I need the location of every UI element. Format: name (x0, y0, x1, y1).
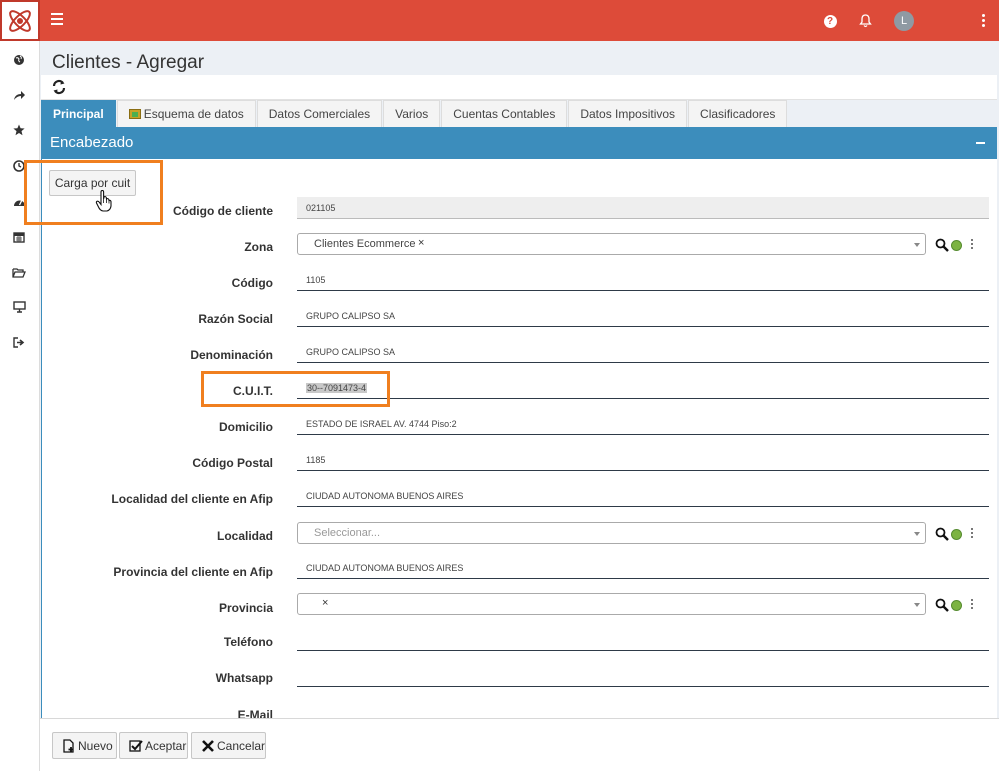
codigo-postal-field[interactable]: 1185 (297, 449, 989, 471)
footer-actions: Nuevo Aceptar Cancelar (40, 718, 999, 771)
localidad-placeholder: Seleccionar... (314, 527, 381, 539)
add-green-icon[interactable] (951, 600, 962, 611)
tab-esquema-de-datos[interactable]: Esquema de datos (116, 100, 256, 127)
domicilio-field[interactable]: ESTADO DE ISRAEL AV. 4744 Piso:2 (297, 413, 989, 435)
aceptar-button[interactable]: Aceptar (119, 732, 188, 759)
denominacion-field[interactable]: GRUPO CALIPSO SA (297, 341, 989, 363)
telefono-field[interactable] (297, 629, 989, 651)
highlight-box-cuit (201, 371, 390, 407)
highlight-box-carga-por-cuit (24, 160, 163, 225)
folder-icon (128, 109, 141, 119)
zona-select[interactable]: Clientes Ecommerce × (297, 233, 926, 255)
atom-logo-icon (9, 9, 31, 32)
zona-label: Zona (244, 240, 273, 254)
codigo-field[interactable]: 1105 (297, 269, 989, 291)
email-field[interactable] (297, 701, 989, 718)
sidebar (0, 41, 40, 771)
check-square-icon (129, 739, 143, 752)
panel-header: Encabezado (41, 127, 997, 159)
app-logo[interactable] (0, 0, 40, 41)
user-avatar[interactable]: L (894, 11, 914, 31)
chevron-down-icon (914, 243, 920, 247)
add-green-icon[interactable] (951, 240, 962, 251)
share-arrow-icon[interactable] (12, 88, 26, 102)
search-icon[interactable] (935, 238, 949, 252)
tab-clasificadores[interactable]: Clasificadores (688, 100, 788, 127)
codigo-postal-label: Código Postal (192, 456, 273, 470)
tab-datos-impositivos[interactable]: Datos Impositivos (568, 100, 688, 127)
refresh-icon[interactable] (51, 79, 67, 95)
star-icon[interactable] (12, 123, 26, 137)
razon-social-field[interactable]: GRUPO CALIPSO SA (297, 305, 989, 327)
provincia-afip-field[interactable]: CIUDAD AUTONOMA BUENOS AIRES (297, 557, 989, 579)
tab-varios[interactable]: Varios (383, 100, 441, 127)
close-icon (202, 739, 214, 752)
menu-toggle-icon[interactable] (51, 13, 63, 25)
codigo-label: Código (231, 276, 273, 290)
tab-principal[interactable]: Principal (41, 100, 116, 127)
provincia-select[interactable]: × (297, 593, 926, 615)
tab-cuentas-contables[interactable]: Cuentas Contables (441, 100, 568, 127)
zona-tools (935, 237, 975, 253)
provincia-afip-label: Provincia del cliente en Afip (113, 565, 273, 579)
zona-clear-icon[interactable]: × (418, 237, 424, 249)
chevron-down-icon (914, 532, 920, 536)
search-icon[interactable] (935, 598, 949, 612)
provincia-tools (935, 597, 975, 613)
localidad-afip-label: Localidad del cliente en Afip (111, 492, 273, 506)
cuit-field[interactable]: 30--7091473-4 (297, 377, 989, 399)
telefono-label: Teléfono (223, 635, 273, 649)
more-vertical-icon[interactable] (971, 239, 974, 251)
page-title: Clientes - Agregar (52, 52, 205, 73)
domicilio-label: Domicilio (218, 420, 273, 434)
cancelar-button[interactable]: Cancelar (191, 732, 266, 759)
provincia-label: Provincia (218, 601, 273, 615)
new-file-icon (63, 738, 74, 753)
more-vertical-icon[interactable] (971, 528, 974, 540)
top-navbar: ? L (0, 0, 999, 41)
whatsapp-label: Whatsapp (215, 671, 273, 685)
tab-datos-comerciales[interactable]: Datos Comerciales (256, 100, 383, 127)
globe-icon[interactable] (12, 53, 26, 67)
provincia-clear-icon[interactable]: × (322, 597, 328, 609)
help-icon[interactable]: ? (822, 13, 838, 29)
tab-bar: Principal Esquema de datos Datos Comerci… (41, 100, 788, 127)
denominacion-label: Denominación (190, 348, 273, 362)
more-vertical-icon[interactable] (971, 599, 974, 611)
toolbar (41, 75, 997, 100)
add-green-icon[interactable] (951, 529, 962, 540)
whatsapp-field[interactable] (297, 665, 989, 687)
zona-selected-value: Clientes Ecommerce (314, 238, 416, 250)
localidad-afip-field[interactable]: CIUDAD AUTONOMA BUENOS AIRES (297, 485, 989, 507)
more-options-icon[interactable] (982, 14, 986, 29)
chevron-down-icon (914, 603, 920, 607)
localidad-select[interactable]: Seleccionar... (297, 522, 926, 544)
localidad-label: Localidad (216, 529, 273, 543)
nuevo-button[interactable]: Nuevo (52, 732, 117, 759)
codigo-cliente-field: 021105 (297, 197, 989, 219)
panel-title: Encabezado (50, 134, 134, 151)
bell-icon[interactable] (857, 13, 873, 29)
collapse-icon[interactable] (976, 142, 985, 144)
search-icon[interactable] (935, 527, 949, 541)
sign-out-icon[interactable] (12, 335, 26, 349)
localidad-tools (935, 526, 975, 542)
razon-social-label: Razón Social (198, 312, 273, 326)
